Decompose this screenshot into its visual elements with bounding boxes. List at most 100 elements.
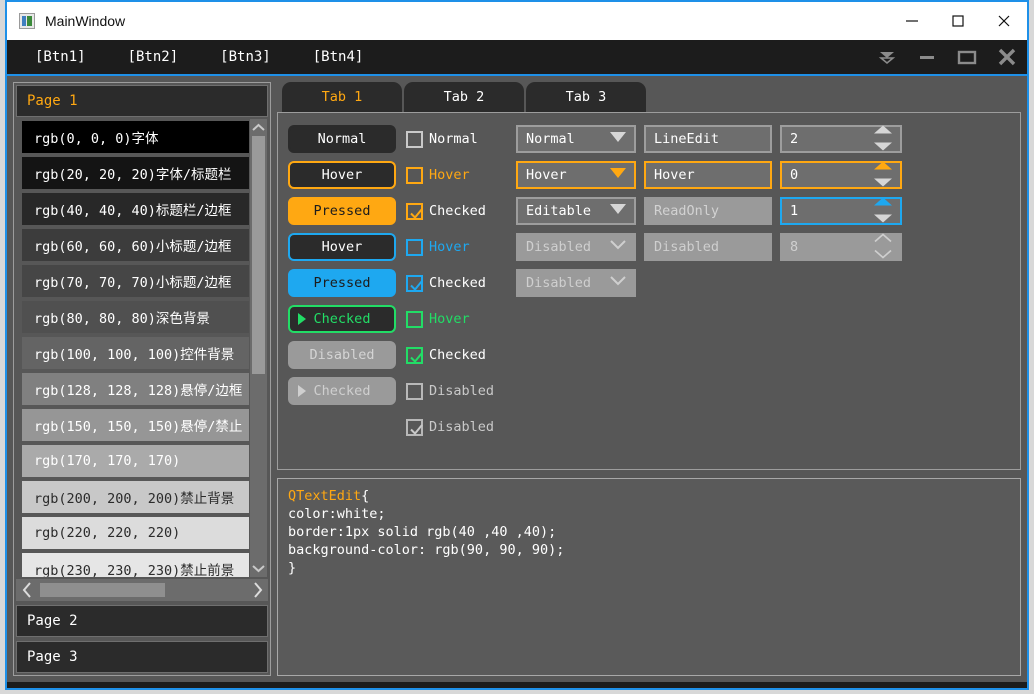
lineedit-normal[interactable]: LineEdit (644, 125, 772, 153)
checkbox-hover-green[interactable]: Hover (406, 305, 516, 333)
button-label: Hover (321, 239, 363, 255)
toolbox-page-2-header[interactable]: Page 2 (16, 605, 268, 637)
spinbox-normal[interactable]: 2 (780, 125, 902, 153)
toolbox-page-3-header[interactable]: Page 3 (16, 641, 268, 673)
toolbar-button-1[interactable]: [Btn1] (21, 40, 100, 74)
content-area: Page 1 rgb(0, 0, 0)字体 rgb(20, 20, 20)字体/… (7, 76, 1027, 682)
button-label: Pressed (313, 275, 371, 291)
chevron-down-icon[interactable] (609, 167, 627, 183)
button-pressed-blue[interactable]: Pressed (288, 269, 396, 297)
toolbar-button-3[interactable]: [Btn3] (206, 40, 285, 74)
list-item-label: rgb(70, 70, 70)小标题/边框 (34, 275, 232, 291)
button-pressed-orange[interactable]: Pressed (288, 197, 396, 225)
toolbar-button-2[interactable]: [Btn2] (114, 40, 193, 74)
spinbox-column: 2 0 1 8 (780, 125, 902, 459)
combobox-normal[interactable]: Normal (516, 125, 636, 153)
spinbox-up-icon[interactable] (873, 123, 893, 139)
toolbar-button-4[interactable]: [Btn4] (299, 40, 378, 74)
tab-2[interactable]: Tab 2 (404, 82, 524, 112)
combobox-editable[interactable]: Editable (516, 197, 636, 225)
list-vertical-scrollbar[interactable] (250, 119, 267, 577)
list-item[interactable]: rgb(0, 0, 0)字体 (22, 121, 249, 153)
list-item[interactable]: rgb(60, 60, 60)小标题/边框 (22, 229, 249, 261)
spinbox-hover[interactable]: 0 (780, 161, 902, 189)
checkbox-checked-green[interactable]: Checked (406, 341, 516, 369)
list-item-label: rgb(220, 220, 220) (34, 525, 181, 541)
minimize-icon[interactable] (889, 1, 935, 41)
scrollbar-handle[interactable] (40, 583, 165, 597)
collapse-icon[interactable] (867, 40, 907, 74)
spinbox-value: 0 (790, 167, 799, 183)
spinbox-down-icon[interactable] (873, 140, 893, 156)
list-item[interactable]: rgb(150, 150, 150)悬停/禁止 (22, 409, 249, 441)
list-item[interactable]: rgb(220, 220, 220) (22, 517, 249, 549)
combobox-value: Editable (526, 203, 592, 219)
lineedit-hover[interactable]: Hover (644, 161, 772, 189)
button-hover-blue[interactable]: Hover (288, 233, 396, 261)
spinbox-arrows[interactable] (873, 123, 893, 156)
button-normal[interactable]: Normal (288, 125, 396, 153)
list-item[interactable]: rgb(200, 200, 200)禁止背景 (22, 481, 249, 513)
checkbox-disabled: Disabled (406, 377, 516, 405)
lineedit-value: LineEdit (654, 131, 720, 147)
chevron-down-icon[interactable] (609, 131, 627, 147)
toolbox-page-1-header[interactable]: Page 1 (16, 85, 268, 117)
list-item[interactable]: rgb(230, 230, 230)禁止前景 (22, 553, 249, 577)
list-item[interactable]: rgb(70, 70, 70)小标题/边框 (22, 265, 249, 297)
list-item[interactable]: rgb(100, 100, 100)控件背景 (22, 337, 249, 369)
checkbox-box-checked-icon (406, 202, 423, 220)
checkbox-hover-blue[interactable]: Hover (406, 233, 516, 261)
spinbox-arrows[interactable] (873, 195, 893, 228)
spinbox-up-icon[interactable] (873, 159, 893, 175)
spinbox-down-icon[interactable] (873, 212, 893, 228)
list-item[interactable]: rgb(128, 128, 128)悬停/边框 (22, 373, 249, 405)
combobox-value: Normal (526, 131, 575, 147)
checkbox-label: Checked (429, 347, 486, 363)
chevron-left-icon[interactable] (16, 582, 38, 598)
scrollbar-track[interactable] (250, 136, 267, 560)
restore-icon[interactable] (947, 40, 987, 74)
tab-1-panel: Normal Hover Pressed Hover Pressed Check… (277, 112, 1021, 470)
button-hover-orange[interactable]: Hover (288, 161, 396, 189)
spinbox-value: 1 (790, 203, 799, 219)
chevron-down-icon[interactable] (609, 203, 627, 219)
close-icon[interactable] (981, 1, 1027, 41)
chevron-up-icon[interactable] (250, 119, 267, 136)
chevron-down-icon[interactable] (250, 560, 267, 577)
list-item[interactable]: rgb(40, 40, 40)标题栏/边框 (22, 193, 249, 225)
color-list[interactable]: rgb(0, 0, 0)字体 rgb(20, 20, 20)字体/标题栏 rgb… (16, 119, 249, 577)
spinbox-down-icon[interactable] (873, 176, 893, 192)
list-horizontal-scrollbar[interactable] (16, 579, 268, 601)
minimize-icon[interactable] (907, 40, 947, 74)
checkbox-hover-orange[interactable]: Hover (406, 161, 516, 189)
button-label: Pressed (313, 203, 371, 219)
checkbox-checked-blue[interactable]: Checked (406, 269, 516, 297)
list-item-label: rgb(150, 150, 150)悬停/禁止 (34, 419, 243, 435)
spinbox-focused[interactable]: 1 (780, 197, 902, 225)
list-item[interactable]: rgb(170, 170, 170) (22, 445, 249, 477)
list-item-label: rgb(170, 170, 170) (34, 453, 181, 469)
button-checked-green[interactable]: Checked (288, 305, 396, 333)
combobox-value: Disabled (526, 275, 592, 291)
close-icon[interactable] (987, 40, 1027, 74)
scrollbar-track[interactable] (38, 583, 246, 597)
list-item[interactable]: rgb(80, 80, 80)深色背景 (22, 301, 249, 333)
text-edit[interactable]: QTextEdit{ color:white; border:1px solid… (277, 478, 1021, 676)
text-edit-line-1: color:white; (288, 506, 386, 522)
tab-3[interactable]: Tab 3 (526, 82, 646, 112)
spinbox-disabled: 8 (780, 233, 902, 261)
spinbox-arrows[interactable] (873, 159, 893, 192)
list-item[interactable]: rgb(20, 20, 20)字体/标题栏 (22, 157, 249, 189)
maximize-icon[interactable] (935, 1, 981, 41)
list-item-label: rgb(200, 200, 200)禁止背景 (34, 491, 235, 507)
checkbox-checked-disabled: Disabled (406, 413, 516, 441)
combobox-hover[interactable]: Hover (516, 161, 636, 189)
chevron-right-icon[interactable] (246, 582, 268, 598)
checkbox-checked-orange[interactable]: Checked (406, 197, 516, 225)
lineedit-value: Hover (654, 167, 695, 183)
tab-1[interactable]: Tab 1 (282, 82, 402, 112)
checkbox-box-icon (406, 166, 423, 184)
scrollbar-handle[interactable] (252, 136, 265, 374)
checkbox-normal[interactable]: Normal (406, 125, 516, 153)
spinbox-up-icon[interactable] (873, 195, 893, 211)
